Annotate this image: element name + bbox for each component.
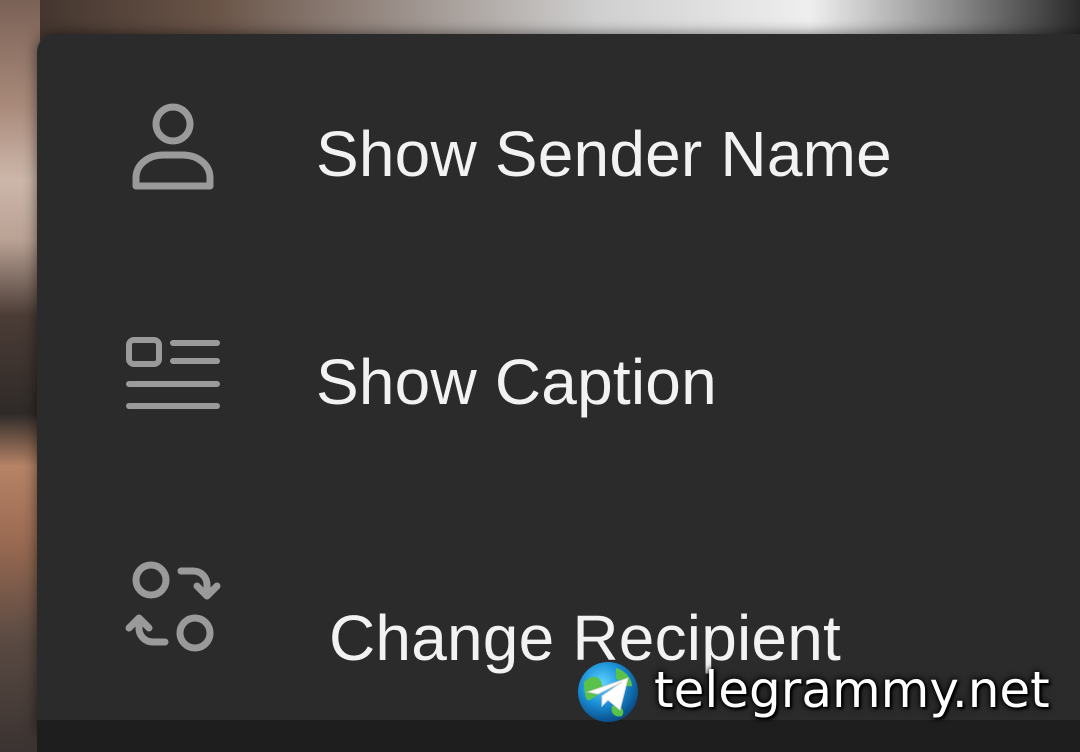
telegram-globe-logo	[578, 662, 638, 722]
watermark: telegrammy.net	[576, 658, 1076, 724]
menu-item-show-sender-name[interactable]: Show Sender Name	[37, 34, 1080, 262]
menu-item-label: Show Caption	[316, 346, 717, 418]
person-icon	[132, 103, 214, 190]
watermark-text: telegrammy.net	[654, 661, 1050, 719]
blurred-background-left	[0, 0, 40, 752]
menu-bottom-edge	[37, 720, 1080, 752]
caption-icon	[126, 337, 220, 409]
menu-item-show-caption[interactable]: Show Caption	[37, 262, 1080, 490]
menu-item-label: Show Sender Name	[316, 118, 892, 190]
swap-recipient-icon	[125, 561, 221, 652]
context-menu: Show Sender Name Show Caption Change Rec…	[37, 34, 1080, 734]
